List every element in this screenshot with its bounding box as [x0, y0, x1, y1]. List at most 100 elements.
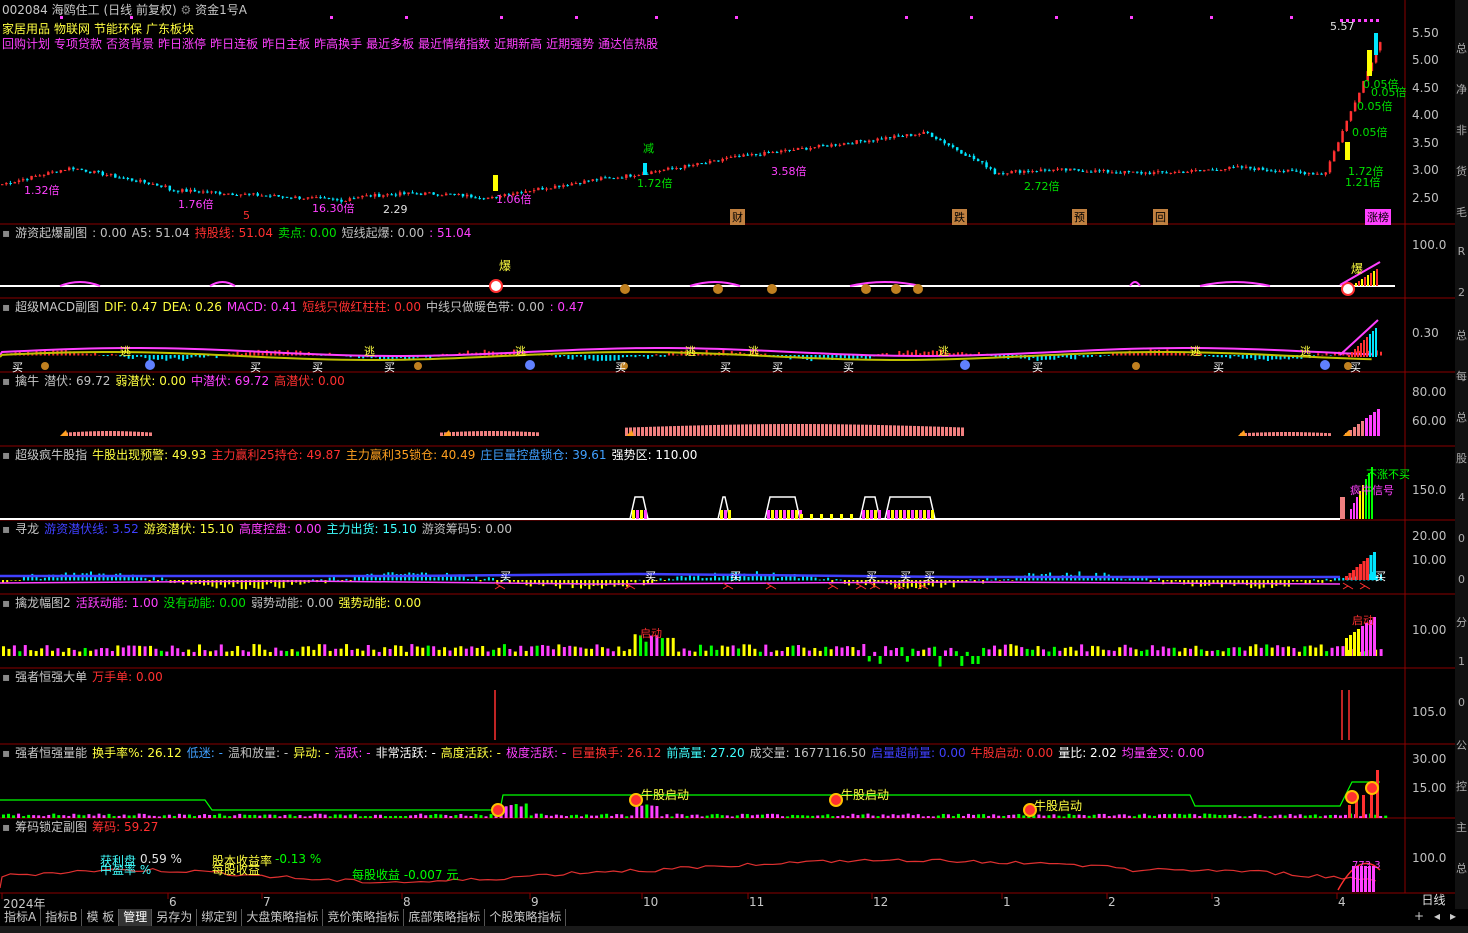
pane-name[interactable]: 强者恒强量能 [15, 746, 87, 760]
concept-tag[interactable]: 昨日连板 [210, 37, 258, 51]
volume-bar [87, 814, 91, 818]
macd-bar [1329, 355, 1332, 356]
event-marker-badge[interactable]: 财 [730, 209, 745, 225]
pane-menu-icon[interactable]: ▪ [2, 746, 10, 760]
pane-name[interactable]: 强者恒强大单 [15, 670, 87, 684]
price-candle [1002, 173, 1005, 175]
chart-canvas[interactable] [0, 0, 1468, 933]
price-candle [754, 154, 758, 156]
zoom-in-button[interactable]: + [1414, 909, 1424, 923]
volume-bar [1007, 815, 1011, 818]
scroll-right-button[interactable]: ▸ [1450, 909, 1456, 923]
xunlong-bar [1166, 580, 1169, 582]
price-candle [788, 149, 791, 151]
qinniu-bar [472, 431, 475, 436]
pane-name[interactable]: 超级MACD副图 [15, 300, 99, 314]
volume-bar [1193, 814, 1197, 818]
bottom-tab[interactable]: 管理 [119, 909, 153, 926]
pane-menu-icon[interactable]: ▪ [2, 300, 10, 314]
concept-tag[interactable]: 通达信热股 [598, 37, 658, 51]
event-marker-badge[interactable]: 跌 [952, 209, 967, 225]
concept-tag[interactable]: 昨日涨停 [158, 37, 206, 51]
scroll-left-button[interactable]: ◂ [1434, 909, 1440, 923]
bottom-tab[interactable]: 大盘策略指标 [242, 909, 324, 926]
pane-name[interactable]: 游资起爆副图 [15, 226, 87, 240]
volume-bar [630, 815, 634, 818]
qinniu-bar [516, 431, 519, 436]
event-marker-badge[interactable]: 预 [1072, 209, 1087, 225]
price-candle [398, 192, 402, 196]
volume-bar [961, 815, 965, 818]
qinlong-bar [399, 645, 403, 656]
qinlong-bar [628, 649, 632, 656]
volume-bar [258, 815, 262, 818]
price-candle [1203, 170, 1206, 172]
xunlong-bar [378, 577, 381, 581]
pane-menu-icon[interactable]: ▪ [2, 448, 10, 462]
volume-bar [1188, 813, 1192, 818]
qinlong-bar [900, 647, 904, 656]
qinlong-bar [884, 646, 888, 656]
bottom-tab[interactable]: 竞价策略指标 [323, 909, 405, 926]
price-candle [235, 194, 239, 196]
xunlong-bar [471, 579, 474, 581]
youzi-bar [1355, 283, 1357, 286]
pane-name[interactable]: 擒牛 [15, 374, 39, 388]
volume-bar [1198, 816, 1202, 818]
volume-bar [273, 814, 277, 818]
event-marker-badge[interactable]: 回 [1153, 209, 1168, 225]
concept-tag[interactable]: 近期强势 [546, 37, 594, 51]
bottom-tab[interactable]: 个股策略指标 [485, 909, 567, 926]
bottom-tab[interactable]: 指标A [0, 909, 42, 926]
concept-tag[interactable]: 昨日主板 [262, 37, 310, 51]
pane-menu-icon[interactable]: ▪ [2, 522, 10, 536]
bottom-tab[interactable]: 底部策略指标 [404, 909, 486, 926]
qinlong-bar [1287, 646, 1291, 656]
qinniu-bar [645, 426, 648, 436]
concept-tag[interactable]: 节能环保 [94, 22, 142, 36]
macd-bar [1107, 355, 1110, 356]
price-candle [1282, 171, 1286, 173]
butterfly-icon [855, 582, 867, 590]
xunlong-bar [1174, 580, 1177, 582]
event-marker-badge[interactable]: 涨榜 [1365, 209, 1391, 225]
concept-tag[interactable]: 专项贷款 [54, 37, 102, 51]
bottom-tab[interactable]: 指标B [41, 909, 83, 926]
pane-menu-icon[interactable]: ▪ [2, 374, 10, 388]
concept-tag[interactable]: 物联网 [54, 22, 90, 36]
pane-menu-icon[interactable]: ▪ [2, 226, 10, 240]
price-tick: 5.00 [1412, 53, 1439, 68]
concept-tag[interactable]: 否资背景 [106, 37, 154, 51]
period-button[interactable]: 日线 [1412, 893, 1455, 908]
qinlong-bar [40, 648, 44, 656]
macd-bar [1363, 340, 1365, 357]
pane-name[interactable]: 超级疯牛股指 [15, 448, 87, 462]
concept-tag[interactable]: 回购计划 [2, 37, 50, 51]
bottom-tab[interactable]: 另存为 [152, 909, 198, 926]
pane-menu-icon[interactable]: ▪ [2, 596, 10, 610]
price-candle [1286, 169, 1290, 172]
price-candle [1014, 170, 1018, 172]
concept-tag[interactable]: 近期新高 [494, 37, 542, 51]
pane-name[interactable]: 擒龙幅图2 [15, 596, 71, 610]
concept-tag[interactable]: 昨高换手 [314, 37, 362, 51]
indicator-value: DIF: 0.47 [104, 300, 158, 314]
macd-bar [638, 355, 641, 357]
volume-bar [1313, 814, 1317, 818]
price-candle [972, 155, 976, 160]
concept-tag[interactable]: 最近多板 [366, 37, 414, 51]
pane-name[interactable]: 筹码锁定副图 [15, 820, 87, 834]
chart-annotation: 0.05倍 [1352, 126, 1388, 139]
volume-bar [464, 815, 468, 818]
concept-tag[interactable]: 最近情绪指数 [418, 37, 490, 51]
pane-name[interactable]: 寻龙 [15, 522, 39, 536]
bottom-tab[interactable]: 绑定到 [197, 909, 243, 926]
fengniu-bar [771, 510, 774, 519]
pane-menu-icon[interactable]: ▪ [2, 670, 10, 684]
pane-menu-icon[interactable]: ▪ [2, 820, 10, 834]
concept-tag[interactable]: 家居用品 [2, 22, 50, 36]
account-label[interactable]: 资金1号A [195, 3, 247, 17]
concept-tag[interactable]: 广东板块 [146, 22, 194, 36]
gear-icon[interactable]: ⚙ [181, 3, 192, 17]
bottom-tab[interactable]: 模 板 [82, 909, 120, 926]
